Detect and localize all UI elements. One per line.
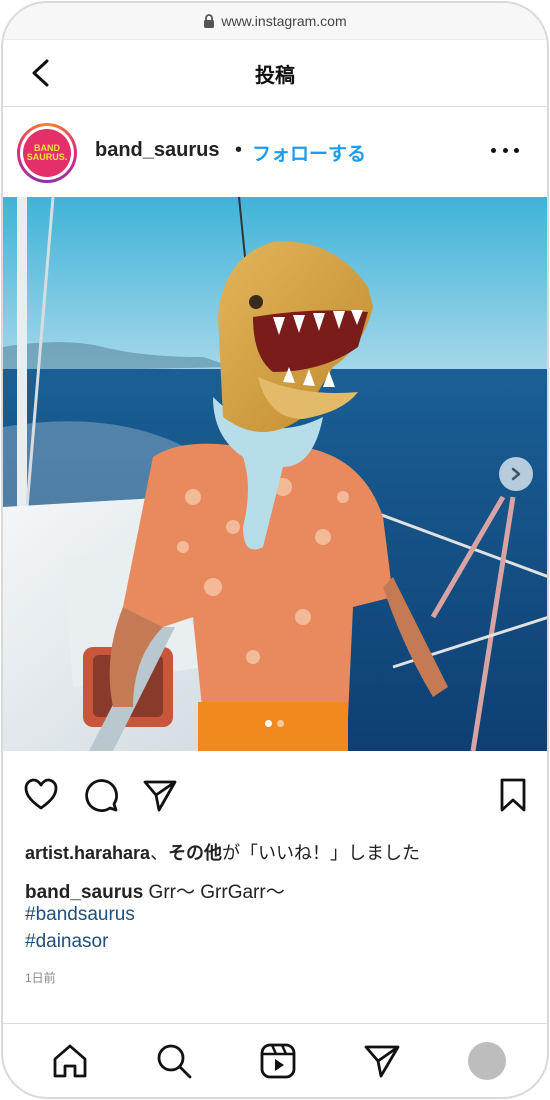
author-username[interactable]: band_saurus — [95, 139, 219, 162]
search-icon[interactable] — [155, 1042, 193, 1080]
avatar[interactable]: BAND SAURUS. — [17, 123, 77, 183]
post-actions — [3, 773, 547, 819]
chevron-left-icon[interactable] — [29, 58, 53, 88]
likes-others[interactable]: その他 — [168, 843, 222, 863]
bottom-nav — [3, 1023, 547, 1097]
hashtag-link[interactable]: #bandsaurus — [25, 904, 135, 926]
separator-dot: • — [235, 139, 243, 161]
more-horizontal-icon[interactable] — [491, 135, 519, 165]
more-dot — [491, 147, 496, 153]
avatar-ring-inner: BAND SAURUS. — [20, 126, 74, 180]
liked-by-user[interactable]: artist.harahara — [25, 843, 150, 863]
hashtag-link[interactable]: #dainasor — [25, 931, 108, 953]
page-title: 投稿 — [255, 64, 295, 87]
paper-plane-icon[interactable] — [142, 777, 178, 813]
phone-frame: www.instagram.com 投稿 BAND SAURUS. band_s… — [1, 1, 549, 1099]
post-header: 投稿 — [3, 40, 547, 107]
post-caption: band_saurus Grr〜 GrrGarr〜 — [25, 877, 285, 904]
heart-icon[interactable] — [23, 777, 59, 813]
likes-suffix: が「いいね！」しました — [222, 843, 421, 863]
bookmark-icon[interactable] — [495, 777, 531, 813]
more-dot — [514, 147, 519, 153]
reels-icon[interactable] — [259, 1042, 297, 1080]
caption-text: Grr〜 GrrGarr〜 — [143, 882, 285, 903]
lock-icon — [204, 14, 215, 28]
carousel-dot — [277, 720, 284, 727]
carousel-indicator — [265, 720, 284, 727]
likes-line: artist.harahara、その他が「いいね！」しました — [25, 839, 420, 865]
browser-url: www.instagram.com — [221, 13, 347, 29]
post-author-row: BAND SAURUS. band_saurus • フォローする — [3, 107, 547, 197]
post-timestamp: 1日前 — [25, 971, 56, 985]
profile-avatar[interactable] — [468, 1042, 506, 1080]
comment-icon[interactable] — [83, 777, 119, 813]
paper-plane-icon[interactable] — [363, 1042, 401, 1080]
home-icon[interactable] — [51, 1042, 89, 1080]
carousel-dot-active — [265, 720, 272, 727]
band-logo: BAND SAURUS. — [23, 129, 71, 177]
post-photo-illustration — [3, 197, 547, 751]
follow-button[interactable]: フォローする — [252, 139, 366, 166]
chevron-right-icon — [511, 467, 521, 481]
caption-username[interactable]: band_saurus — [25, 882, 143, 903]
post-image[interactable] — [3, 197, 547, 751]
browser-url-bar[interactable]: www.instagram.com — [3, 3, 547, 40]
likes-connector: 、 — [150, 843, 169, 863]
avatar-text-line2: SAURUS. — [26, 152, 68, 162]
more-dot — [502, 147, 508, 153]
carousel-next-button[interactable] — [499, 457, 533, 491]
